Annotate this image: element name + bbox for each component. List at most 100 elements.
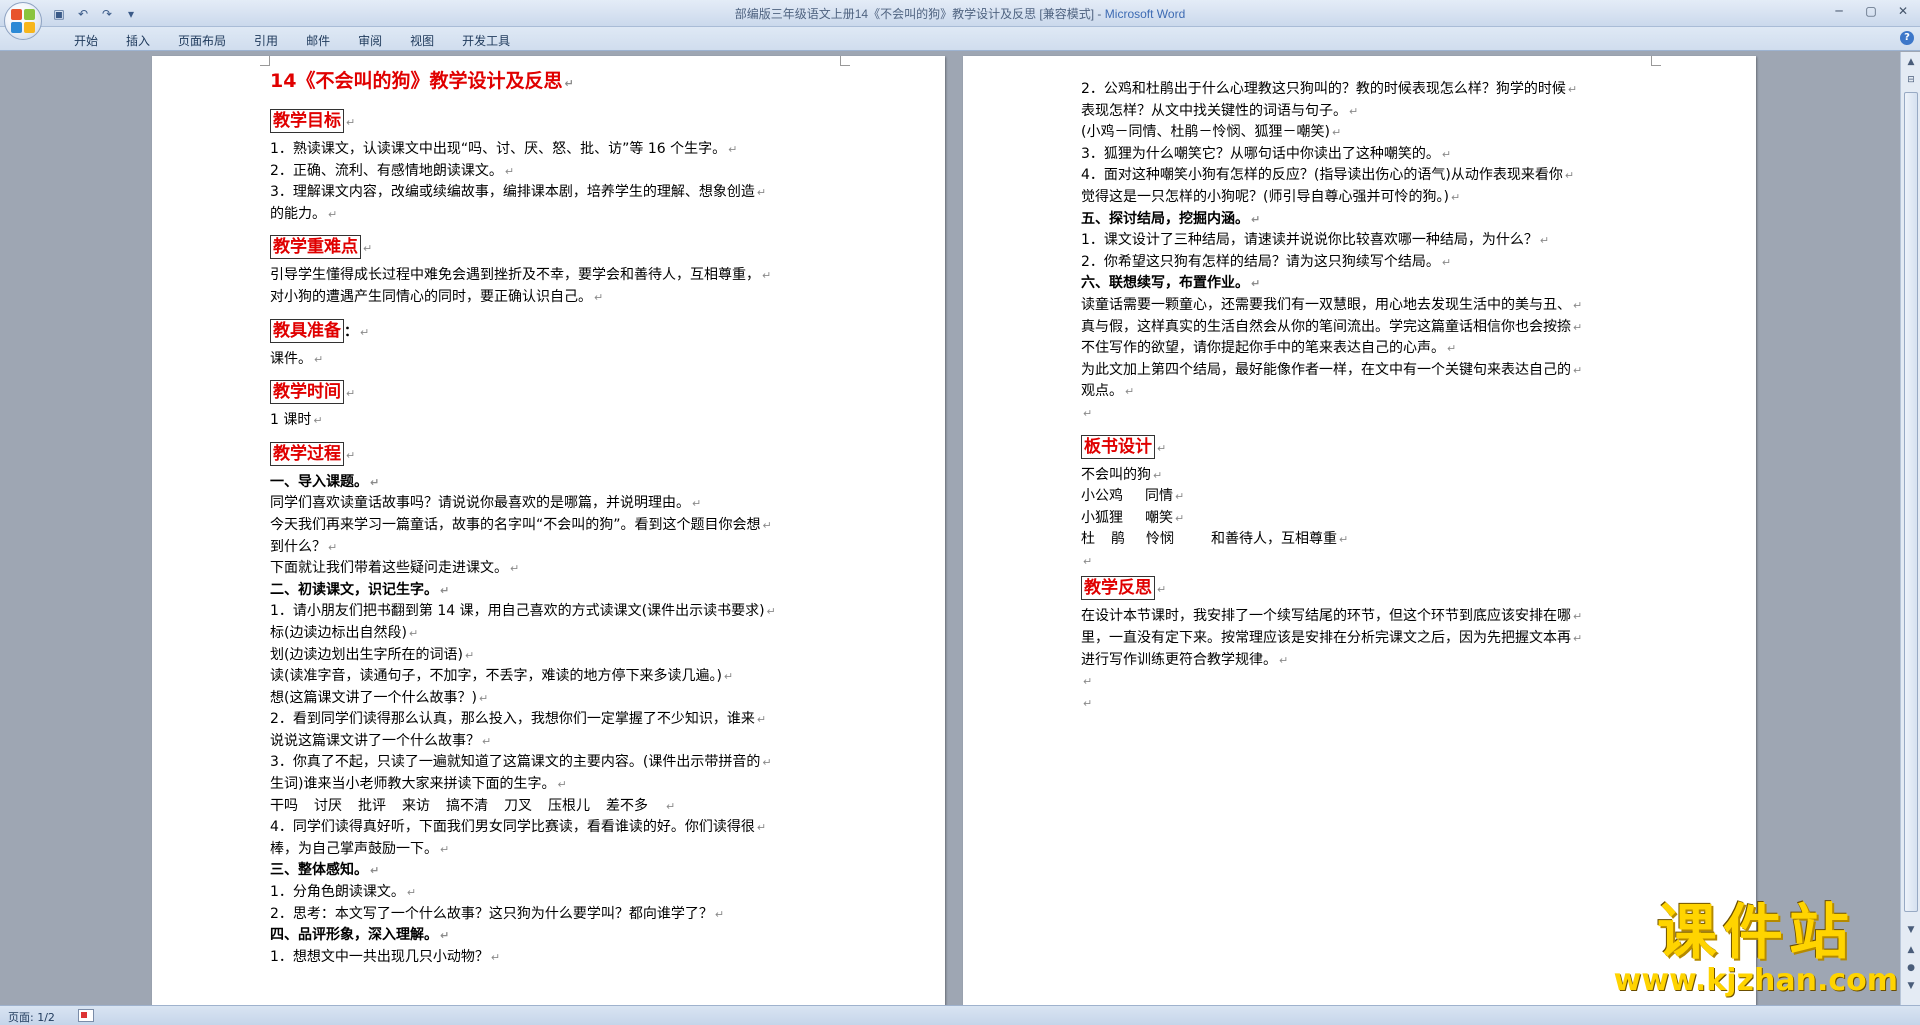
line-text: 觉得这是一只怎样的小狗呢？(师引导自尊心强并可怜的狗。) <box>1081 188 1449 205</box>
paragraph-mark: ↵ <box>328 540 338 554</box>
board-cell: 不会叫的狗 <box>1081 466 1151 483</box>
paragraph-line: 不住写作的欲望，请你提起你手中的笔来表达自己的心声。 ↵ <box>1081 338 1641 360</box>
paragraph-mark: ↵ <box>756 713 767 727</box>
scroll-up-icon[interactable]: ▲ <box>1903 54 1919 70</box>
paragraph-line: 在设计本节课时，我安排了一个续写结尾的环节，但这个环节到底应该安排在哪 ↵ <box>1081 606 1641 628</box>
ribbon-tab-6[interactable]: 视图 <box>396 30 448 51</box>
paragraph-mark: ↵ <box>1251 212 1261 226</box>
ruler-toggle-icon[interactable]: ⊟ <box>1903 72 1919 88</box>
paragraph-line: 3．理解课文内容，改编或续编故事，编排课本剧，培养学生的理解、想象创造 ↵ <box>270 182 830 204</box>
line-text: 读童话需要一颗童心，还需要我们有一双慧眼，用心地去发现生活中的美与丑、 <box>1081 296 1571 313</box>
paragraph-mark: ↵ <box>1573 320 1583 334</box>
next-page-icon[interactable]: ▼ <box>1903 978 1919 994</box>
paragraph-mark: ↵ <box>1573 632 1583 646</box>
line-text: 不住写作的欲望，请你提起你手中的笔来表达自己的心声。 <box>1081 340 1445 357</box>
line-text: 里，一直没有定下来。按常理应该是安排在分析完课文之后，因为先把握文本再 <box>1081 630 1571 647</box>
paragraph-line: ↵ <box>1081 693 1641 715</box>
paragraph-mark: ↵ <box>482 734 492 748</box>
minimize-icon[interactable]: ─ <box>1830 3 1848 19</box>
paragraph-line: 为此文加上第四个结局，最好能像作者一样，在文中有一个关键句来表达自己的 ↵ <box>1081 360 1641 382</box>
heading-row: 教具准备： ↵ <box>270 315 830 349</box>
paragraph-mark: ↵ <box>1175 511 1185 525</box>
line-text: 1．分角色朗读课文。 <box>270 884 405 901</box>
board-row: 不会叫的狗 ↵ <box>1081 465 1641 487</box>
ribbon-tab-7[interactable]: 开发工具 <box>448 30 524 51</box>
paragraph-line: 想(这篇课文讲了一个什么故事？) ↵ <box>270 688 830 710</box>
help-icon[interactable]: ? <box>1900 31 1914 45</box>
vertical-scrollbar[interactable]: ▲ ⊟ ▼ ▲ ● ▼ <box>1900 52 1920 1005</box>
ribbon-tab-0[interactable]: 开始 <box>60 30 112 51</box>
scroll-thumb[interactable] <box>1904 92 1918 912</box>
line-text: 观点。 <box>1081 383 1123 400</box>
paragraph-mark: ↵ <box>1441 255 1452 269</box>
board-cell: 鹃 <box>1111 531 1125 548</box>
ribbon-tab-5[interactable]: 审阅 <box>344 30 396 51</box>
paragraph-mark: ↵ <box>1450 190 1461 204</box>
watermark-logo: 课件站 www.kjzhan.com <box>1614 901 1898 997</box>
paragraph-line: 3．狐狸为什么嘲笑它？从哪句话中你读出了这种嘲笑的。 ↵ <box>1081 144 1641 166</box>
vocabulary-list: 干吗 讨厌 批评 来访 搞不清 刀叉 压根儿 差不多 ↵ <box>270 796 830 818</box>
page-indicator[interactable]: 页面: 1/2 <box>8 1009 55 1025</box>
line-text: 1．想想文中一共出现几只小动物？ <box>270 948 489 965</box>
paragraph-line: ↵ <box>1081 671 1641 693</box>
paragraph-mark: ↵ <box>360 325 370 339</box>
board-row: 小狐狸 嘲笑 ↵ <box>1081 508 1641 530</box>
line-text: 4．面对这种嘲笑小狗有怎样的反应？(指导读出伤心的语气)从动作表现来看你 <box>1081 167 1563 184</box>
line-text: 1．请小朋友们把书翻到第 14 课，用自己喜欢的方式读课文(课件出示读书要求) <box>270 603 765 620</box>
paragraph-mark: ↵ <box>564 77 574 90</box>
paragraph-line: 2．正确、流利、有感情地朗读课文。 ↵ <box>270 161 830 183</box>
section-subheading: 四、品评形象，深入理解。 ↵ <box>270 925 830 947</box>
board-cell: 小公鸡 <box>1081 488 1123 505</box>
ribbon: 开始 插入 页面布局 引用 邮件 审阅 视图 开发工具 ? <box>0 27 1920 51</box>
line-text: 在设计本节课时，我安排了一个续写结尾的环节，但这个环节到底应该安排在哪 <box>1081 608 1571 625</box>
page-1-content[interactable]: 14《不会叫的狗》教学设计及反思 ↵ 教学目标 ↵ 1．熟读课文，认读课文中出现“吗、讨… <box>270 66 830 968</box>
vocab-word: 讨厌 <box>314 797 342 814</box>
paragraph-mark: ↵ <box>692 497 702 511</box>
maximize-icon[interactable]: ▢ <box>1862 3 1880 19</box>
board-row: 杜鹃 怜悯 和善待人，互相尊重 ↵ <box>1081 529 1641 551</box>
previous-page-icon[interactable]: ▲ <box>1903 942 1919 958</box>
scroll-down-icon[interactable]: ▼ <box>1903 922 1919 938</box>
ribbon-tab-4[interactable]: 邮件 <box>292 30 344 51</box>
ribbon-tab-3[interactable]: 引用 <box>240 30 292 51</box>
paragraph-mark: ↵ <box>370 475 380 489</box>
document-area: 14《不会叫的狗》教学设计及反思 ↵ 教学目标 ↵ 1．熟读课文，认读课文中出现“吗、讨… <box>0 52 1900 1005</box>
paragraph-mark: ↵ <box>1157 441 1167 455</box>
board-cell: 杜 <box>1081 531 1095 548</box>
vocab-word: 搞不清 <box>446 797 488 814</box>
ribbon-tab-1[interactable]: 插入 <box>112 30 164 51</box>
line-text: 同学们喜欢读童话故事吗？请说说你最喜欢的是哪篇，并说明理由。 <box>270 495 690 512</box>
app-name: Microsoft Word <box>1104 7 1186 21</box>
section-heading: 教学目标 <box>270 109 344 133</box>
browse-object-icon[interactable]: ● <box>1903 960 1919 976</box>
paragraph-mark: ↵ <box>1153 468 1163 482</box>
paragraph-line: 的能力。 ↵ <box>270 204 830 226</box>
line-text: 二、初读课文，识记生字。 <box>270 581 438 598</box>
line-text: 课件。 <box>270 350 312 367</box>
paragraph-mark: ↵ <box>1573 610 1583 624</box>
page-2-content[interactable]: 2．公鸡和杜鹃出于什么心理教这只狗叫的？教的时候表现怎么样？狗学的时候 ↵ 表现怎样… <box>1081 79 1641 714</box>
board-cell: 同情 <box>1145 488 1173 505</box>
window-controls: ─ ▢ ✕ <box>1830 3 1912 19</box>
paragraph-mark: ↵ <box>723 670 734 684</box>
paragraph-line: 2．你希望这只狗有怎样的结局？请为这只狗续写个结局。 ↵ <box>1081 252 1641 274</box>
paragraph-line: ↵ <box>1081 403 1641 425</box>
office-button[interactable] <box>4 2 42 40</box>
paragraph-line: 到什么？ ↵ <box>270 537 830 559</box>
paragraph-line: 2．公鸡和杜鹃出于什么心理教这只狗叫的？教的时候表现怎么样？狗学的时候 ↵ <box>1081 79 1641 101</box>
paragraph-line: 1 课时 ↵ <box>270 410 830 432</box>
line-text: 生词)谁来当小老师教大家来拼读下面的生字。 <box>270 776 556 793</box>
proofing-icon[interactable] <box>78 1009 94 1022</box>
vocab-word: 批评 <box>358 797 386 814</box>
line-text: 三、整体感知。 <box>270 862 368 879</box>
line-text: 1 课时 <box>270 412 312 429</box>
close-icon[interactable]: ✕ <box>1894 3 1912 19</box>
vocab-word: 压根儿 <box>548 797 590 814</box>
paragraph-mark: ↵ <box>1083 554 1093 568</box>
paragraph-mark: ↵ <box>666 799 676 813</box>
paragraph-mark: ↵ <box>1279 653 1289 667</box>
section-subheading: 一、导入课题。 ↵ <box>270 472 830 494</box>
paragraph-line: 里，一直没有定下来。按常理应该是安排在分析完课文之后，因为先把握文本再 ↵ <box>1081 628 1641 650</box>
paragraph-line: 引导学生懂得成长过程中难免会遇到挫折及不幸，要学会和善待人，互相尊重， ↵ <box>270 265 830 287</box>
ribbon-tab-2[interactable]: 页面布局 <box>164 30 240 51</box>
